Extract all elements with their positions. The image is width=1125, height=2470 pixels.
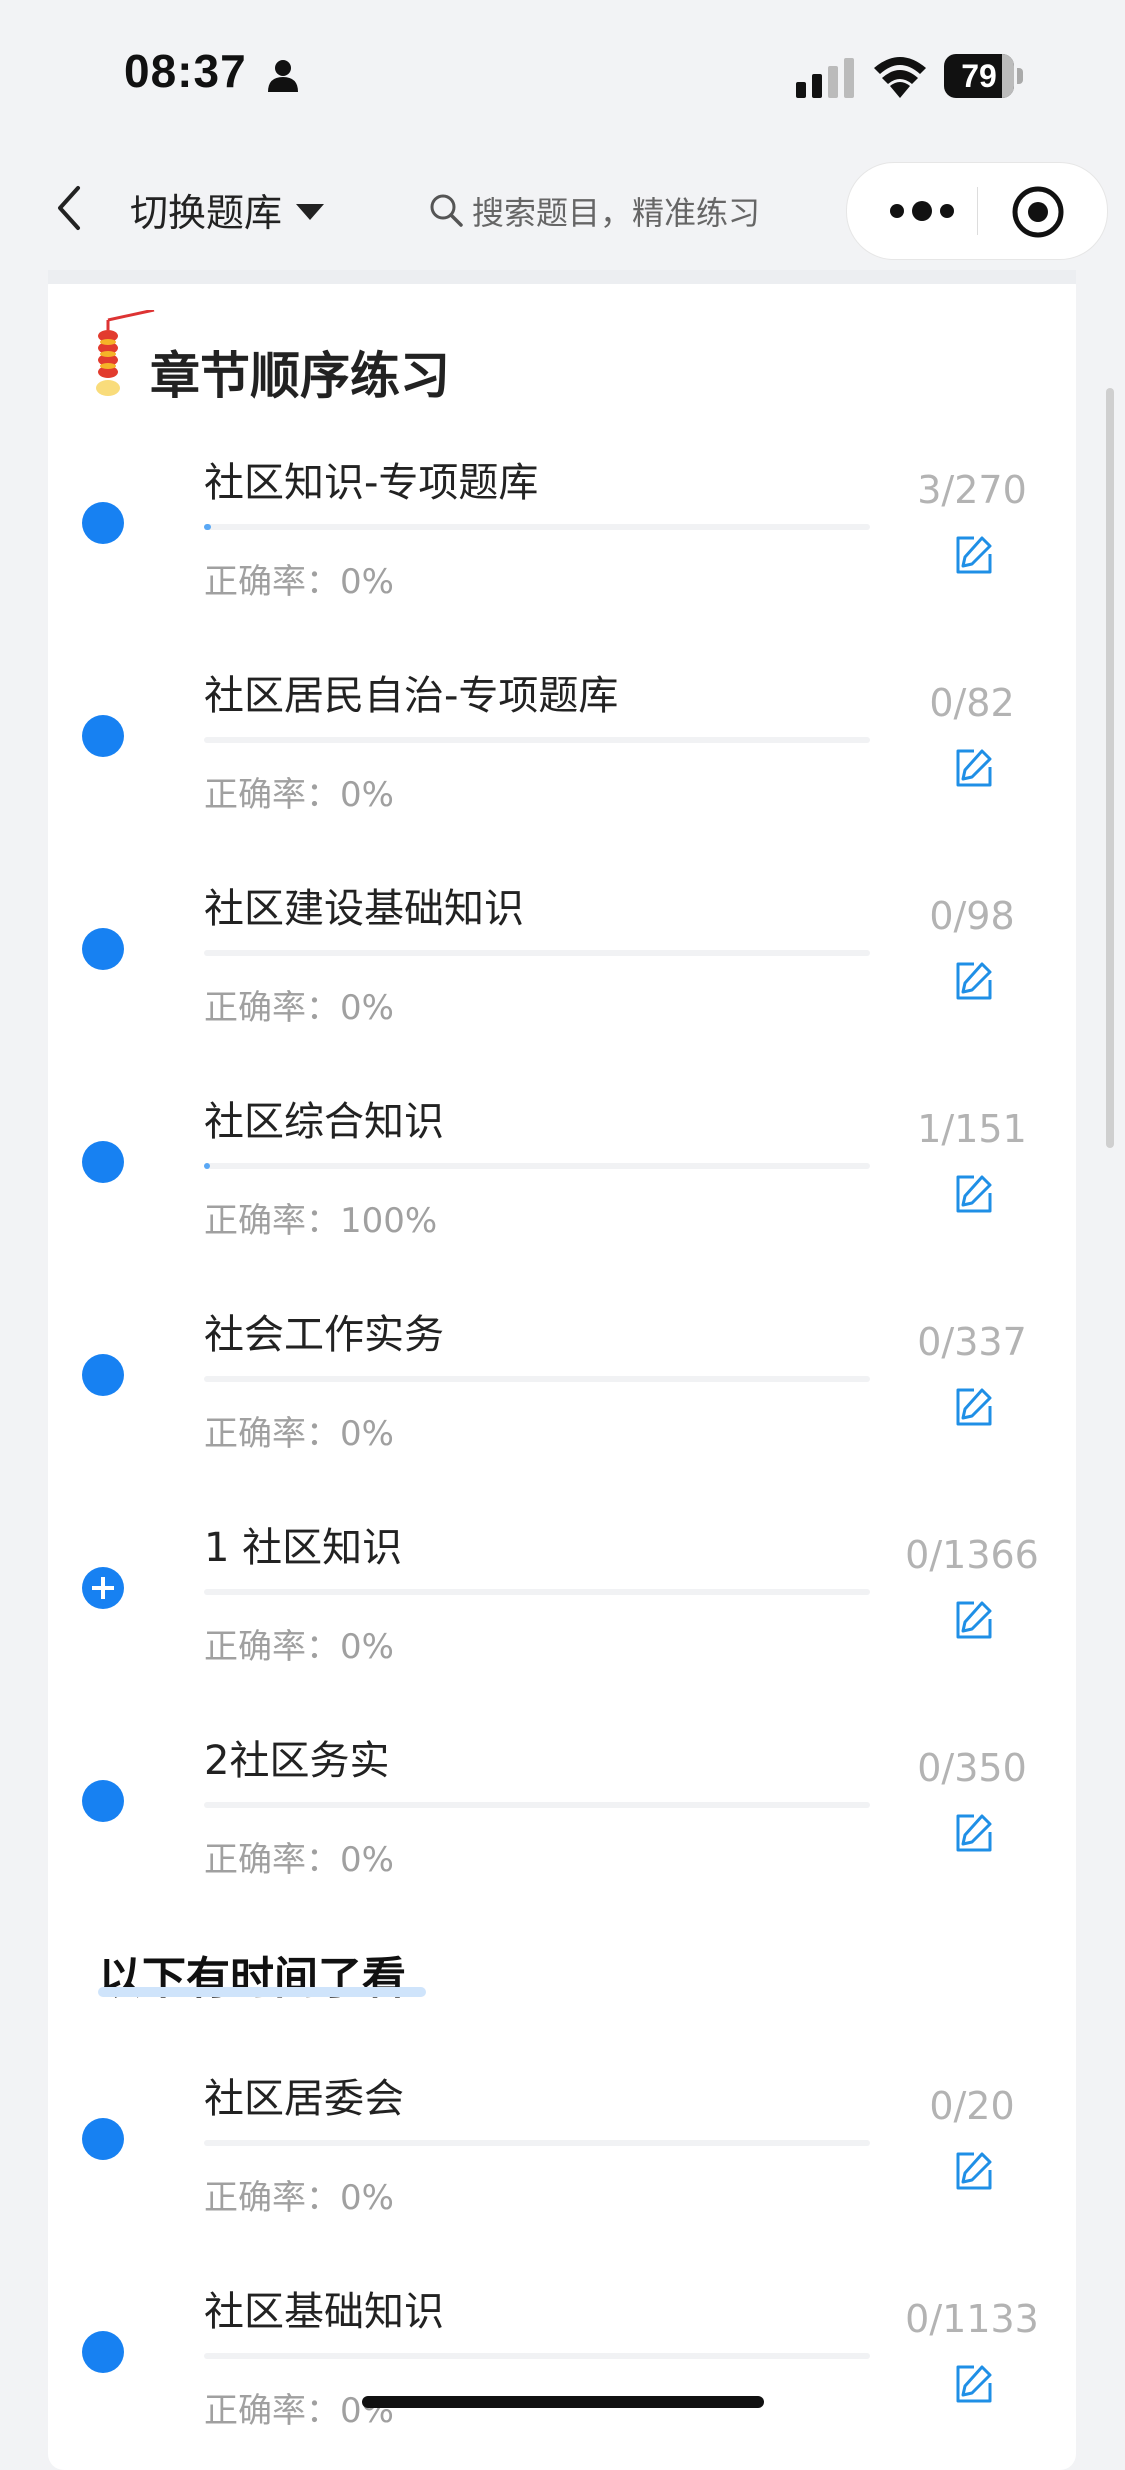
question-count: 1/151	[917, 1107, 1027, 1151]
accuracy-text: 正确率：0%	[204, 1840, 394, 1880]
battery-level: 79	[961, 58, 997, 94]
section-title: 章节顺序练习	[150, 347, 450, 405]
chapter-dot	[82, 502, 124, 544]
expand-icon[interactable]	[82, 1567, 124, 1609]
practice-edit-icon[interactable]	[952, 2361, 996, 2405]
practice-edit-icon[interactable]	[952, 745, 996, 789]
chapter-dot	[82, 1780, 124, 1822]
battery-icon: 79	[944, 54, 1024, 98]
question-count: 0/1133	[905, 2297, 1039, 2341]
card-top-shade	[48, 270, 1076, 284]
chapter-name[interactable]: 社区居民自治-专项题库	[204, 663, 618, 721]
more-icon[interactable]	[887, 193, 957, 229]
chapter-name[interactable]: 2社区务实	[204, 1728, 389, 1786]
accuracy-text: 正确率：0%	[204, 1414, 394, 1454]
progress-bar	[204, 1376, 870, 1382]
back-arrow-icon[interactable]	[50, 180, 90, 236]
switch-bank-dropdown[interactable]: 切换题库	[130, 182, 325, 237]
chapter-name[interactable]: 1 社区知识	[204, 1515, 402, 1573]
accuracy-text: 正确率：0%	[204, 988, 394, 1028]
scrollbar[interactable]	[1106, 388, 1114, 1148]
caret-down-icon	[296, 203, 325, 220]
progress-bar	[204, 524, 870, 530]
status-bar: 08:37 79	[0, 0, 1125, 150]
person-icon	[268, 60, 298, 92]
question-count: 0/98	[929, 894, 1015, 938]
progress-bar	[204, 1163, 870, 1169]
chapter-dot	[82, 928, 124, 970]
firecracker-icon	[96, 310, 155, 396]
miniprogram-capsule	[846, 162, 1108, 260]
accuracy-text: 正确率：100%	[204, 1201, 438, 1241]
progress-bar	[204, 1589, 870, 1595]
question-count: 0/350	[917, 1746, 1027, 1790]
home-indicator	[362, 2396, 764, 2408]
search-input[interactable]: 搜索题目，精准练习	[390, 170, 800, 250]
chapter-name[interactable]: 社区知识-专项题库	[204, 450, 538, 508]
question-count: 3/270	[917, 468, 1027, 512]
wifi-icon	[874, 57, 926, 98]
chapter-dot	[82, 1141, 124, 1183]
practice-edit-icon[interactable]	[952, 1810, 996, 1854]
accuracy-text: 正确率：0%	[204, 1627, 394, 1667]
practice-edit-icon[interactable]	[952, 1171, 996, 1215]
chapter-name[interactable]: 社区综合知识	[204, 1089, 444, 1147]
switch-bank-label: 切换题库	[130, 191, 283, 235]
nav-bar: 切换题库 搜索题目，精准练习	[0, 150, 1125, 270]
chapter-dot	[82, 2118, 124, 2160]
progress-bar	[204, 950, 870, 956]
capsule-divider	[977, 187, 978, 235]
search-placeholder: 搜索题目，精准练习	[472, 194, 761, 232]
progress-bar	[204, 737, 870, 743]
practice-edit-icon[interactable]	[952, 532, 996, 576]
accuracy-text: 正确率：0%	[204, 562, 394, 602]
progress-bar	[204, 2140, 870, 2146]
accuracy-text: 正确率：0%	[204, 775, 394, 815]
question-count: 0/1366	[905, 1533, 1039, 1577]
progress-bar	[204, 2353, 870, 2359]
chapter-name[interactable]: 社区基础知识	[204, 2279, 444, 2337]
accuracy-text: 正确率：0%	[204, 2178, 394, 2218]
question-count: 0/82	[929, 681, 1015, 725]
practice-edit-icon[interactable]	[952, 1597, 996, 1641]
chapter-name[interactable]: 社区居委会	[204, 2066, 404, 2124]
chapter-dot	[82, 1354, 124, 1396]
practice-edit-icon[interactable]	[952, 1384, 996, 1428]
progress-fill	[204, 1163, 210, 1169]
progress-fill	[204, 524, 211, 530]
practice-edit-icon[interactable]	[952, 958, 996, 1002]
cellular-signal-icon	[796, 58, 854, 98]
chapter-dot	[82, 715, 124, 757]
practice-edit-icon[interactable]	[952, 2148, 996, 2192]
close-miniprogram-icon[interactable]	[1011, 185, 1065, 239]
chapter-name[interactable]: 社区建设基础知识	[204, 876, 524, 934]
question-count: 0/20	[929, 2084, 1015, 2128]
title-underline	[98, 1987, 426, 1997]
question-count: 0/337	[917, 1320, 1027, 1364]
progress-bar	[204, 1802, 870, 1808]
search-icon	[430, 194, 463, 227]
chapter-dot	[82, 2331, 124, 2373]
status-time: 08:37	[124, 45, 247, 97]
chapter-name[interactable]: 社会工作实务	[204, 1302, 444, 1360]
